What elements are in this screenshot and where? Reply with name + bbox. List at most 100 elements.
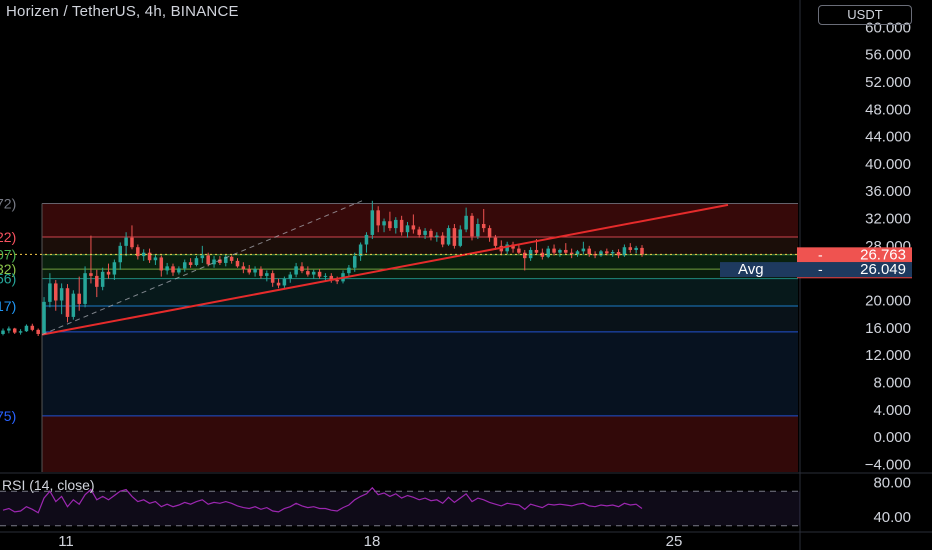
candle-body xyxy=(300,266,304,272)
price-tick-label: 4.000 xyxy=(873,402,911,419)
candle-body xyxy=(640,247,644,255)
candle-body xyxy=(83,273,87,304)
fib-level-label: 56) xyxy=(0,271,16,287)
candle-body xyxy=(405,225,410,233)
time-tick-label: 18 xyxy=(364,533,381,550)
price-tick-label: 56.000 xyxy=(865,47,911,64)
candle-body xyxy=(270,273,275,283)
fib-zone xyxy=(42,269,798,279)
candle-body xyxy=(364,234,369,245)
price-tick-label: 36.000 xyxy=(865,183,911,200)
candle-body xyxy=(440,235,445,245)
chart-canvas[interactable]: 60.00056.00052.00048.00044.00040.00036.0… xyxy=(0,0,932,550)
candle-body xyxy=(628,247,633,250)
candle-body xyxy=(30,325,35,330)
price-tick-label: 16.000 xyxy=(865,320,911,337)
candle-body xyxy=(376,210,380,226)
candle-body xyxy=(311,271,316,275)
candle-body xyxy=(182,262,187,269)
fib-level-label: 22) xyxy=(0,229,16,245)
candle-body xyxy=(188,262,193,265)
candle-body xyxy=(206,255,210,265)
price-tick-label: 48.000 xyxy=(865,101,911,118)
candle-body xyxy=(212,259,216,265)
price-tick-label: 52.000 xyxy=(865,74,911,91)
candle-body xyxy=(18,331,23,333)
candle-body xyxy=(259,269,263,276)
fib-zone xyxy=(42,415,798,472)
candle-body xyxy=(54,283,58,301)
candle-body xyxy=(610,252,615,254)
candle-body xyxy=(470,215,474,237)
candle-body xyxy=(171,266,175,273)
candle-body xyxy=(147,252,152,261)
candle-body xyxy=(253,269,257,273)
candle-body xyxy=(130,237,134,248)
candle-body xyxy=(411,225,416,230)
candle-body xyxy=(481,224,486,229)
candle-body xyxy=(159,257,164,271)
candle-body xyxy=(112,262,117,275)
avg-value: 26.049 xyxy=(860,261,906,278)
candle-body xyxy=(522,252,527,259)
candle-body xyxy=(417,229,421,235)
fib-zone xyxy=(42,305,798,332)
candle-body xyxy=(1,330,5,334)
fib-zone xyxy=(42,331,798,416)
candle-body xyxy=(493,237,498,246)
candle-body xyxy=(634,247,638,250)
fib-level-label: 72) xyxy=(0,196,16,212)
price-tick-label: 0.000 xyxy=(873,429,911,446)
rsi-title: RSI (14, close) xyxy=(2,477,95,493)
candle-body xyxy=(605,251,609,254)
candle-body xyxy=(7,328,11,331)
price-tick-label: 40.000 xyxy=(865,156,911,173)
price-tick-label: 32.000 xyxy=(865,211,911,228)
candle-body xyxy=(347,267,351,274)
candle-body xyxy=(24,325,29,332)
rsi-tick-label: 80.00 xyxy=(873,475,911,492)
candle-body xyxy=(487,228,492,238)
candle-body xyxy=(587,248,591,255)
candle-body xyxy=(265,273,269,276)
candle-body xyxy=(306,271,310,275)
candle-body xyxy=(476,224,480,237)
price-tick-label: 8.000 xyxy=(873,374,911,391)
candle-body xyxy=(42,301,46,334)
candle-body xyxy=(177,268,181,273)
fib-zone xyxy=(42,236,798,255)
fib-level-label: 75) xyxy=(0,408,16,424)
fib-level-label: 17) xyxy=(0,298,16,314)
candle-body xyxy=(564,249,568,253)
candle-body xyxy=(276,282,281,286)
candle-body xyxy=(282,278,287,286)
last-price-tag-dash: - xyxy=(818,246,823,262)
candle-body xyxy=(89,273,93,276)
candle-body xyxy=(435,235,439,237)
candle-body xyxy=(317,271,322,277)
price-tick-label: −4.000 xyxy=(865,456,911,473)
candle-body xyxy=(12,328,17,333)
candle-body xyxy=(423,230,427,235)
candle-body xyxy=(141,252,146,257)
candle-body xyxy=(36,329,40,334)
candle-body xyxy=(517,248,521,253)
candle-body xyxy=(235,260,240,267)
candle-body xyxy=(464,215,468,230)
fib-retracement[interactable] xyxy=(41,203,798,472)
candle-body xyxy=(452,228,457,246)
avg-tag-dash: - xyxy=(818,261,823,277)
candle-body xyxy=(65,288,70,317)
price-tick-label: 20.000 xyxy=(865,293,911,310)
candle-body xyxy=(558,249,562,253)
candle-body xyxy=(382,221,386,226)
candle-body xyxy=(77,293,81,304)
currency-button[interactable]: USDT xyxy=(818,5,912,25)
chart-title: Horizen / TetherUS, 4h, BINANCE xyxy=(6,3,239,20)
candle-body xyxy=(95,275,99,287)
candle-body xyxy=(429,230,433,237)
candle-body xyxy=(335,280,339,282)
time-tick-label: 11 xyxy=(58,533,74,550)
candle-body xyxy=(552,248,556,253)
candle-body xyxy=(370,210,375,235)
